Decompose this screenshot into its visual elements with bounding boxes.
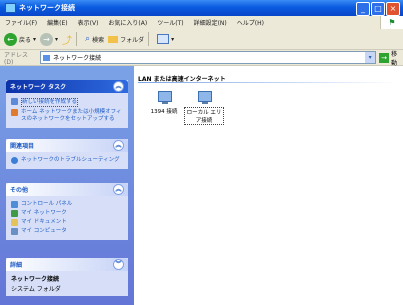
forward-button[interactable]: → ▾: [40, 32, 58, 46]
my-documents-icon: [11, 219, 18, 226]
other-places-panel: その他 ︽ コントロール パネル マイ ネットワーク マイ ドキュメント マイ …: [6, 183, 128, 240]
maximize-button[interactable]: □: [371, 2, 385, 16]
other-my-network[interactable]: マイ ネットワーク: [11, 210, 123, 217]
menu-help[interactable]: ヘルプ(H): [232, 18, 269, 27]
other-places-header[interactable]: その他 ︽: [6, 183, 128, 196]
other-my-network-label: マイ ネットワーク: [21, 210, 67, 216]
window-title: ネットワーク接続: [19, 4, 75, 12]
up-button[interactable]: ⤴: [62, 32, 72, 47]
network-connections-icon: [43, 54, 51, 61]
help-icon: [11, 157, 18, 164]
details-name: ネットワーク接続: [11, 276, 60, 283]
my-network-icon: [11, 210, 18, 217]
network-tasks-title: ネットワーク タスク: [10, 84, 67, 91]
connection-1394[interactable]: 1394 接続: [144, 91, 184, 115]
related-header[interactable]: 関連項目 ︽: [6, 139, 128, 152]
folder-up-icon: ⤴: [62, 35, 73, 47]
search-label: 検索: [92, 36, 105, 44]
folders-label: フォルダ: [120, 36, 145, 44]
my-computer-icon: [11, 228, 18, 235]
toolbar-separator: [148, 32, 150, 46]
toolbar: ← 戻る ▾ → ▾ ⤴ ⌕ 検索 フォルダ ▾: [0, 29, 403, 50]
network-connection-icon: [156, 91, 172, 105]
details-type: システム フォルダ: [11, 286, 61, 293]
folder-icon: [108, 35, 119, 43]
address-input[interactable]: ネットワーク接続 ▾: [40, 51, 377, 64]
network-tasks-body: 新しい接続を作成する ホーム ネットワークまたは小規模オフィスのネットワークをセ…: [6, 93, 128, 128]
folders-button[interactable]: フォルダ: [108, 35, 144, 44]
control-panel-icon: [11, 201, 18, 208]
network-tasks-header[interactable]: ネットワーク タスク ︽: [6, 80, 128, 93]
home-network-icon: [11, 109, 18, 116]
network-tasks-panel: ネットワーク タスク ︽ 新しい接続を作成する ホーム ネットワークまたは小規模…: [6, 80, 128, 128]
search-icon: ⌕: [85, 34, 91, 44]
back-button[interactable]: ← 戻る ▾: [4, 32, 36, 46]
menu-edit[interactable]: 編集(E): [42, 18, 72, 27]
go-label: 移動: [391, 50, 398, 67]
details-title: 詳細: [10, 262, 23, 269]
details-panel: 詳細 ︾ ネットワーク接続 システム フォルダ: [6, 258, 128, 296]
related-troubleshoot[interactable]: ネットワークのトラブルシューティング: [11, 157, 123, 164]
title-bar: ネットワーク接続 _ □ ×: [0, 0, 403, 16]
minimize-button[interactable]: _: [356, 2, 370, 16]
menu-favorites[interactable]: お気に入り(A): [103, 18, 152, 27]
group-divider: [138, 82, 399, 83]
network-connection-icon: [196, 91, 212, 105]
back-label: 戻る: [19, 36, 32, 44]
related-panel: 関連項目 ︽ ネットワークのトラブルシューティング: [6, 139, 128, 169]
search-button[interactable]: ⌕ 検索: [85, 34, 104, 44]
other-my-documents-label: マイ ドキュメント: [21, 219, 67, 225]
other-places-body: コントロール パネル マイ ネットワーク マイ ドキュメント マイ コンピュータ: [6, 196, 128, 240]
menu-tools[interactable]: ツール(T): [152, 18, 188, 27]
connection-1394-label: 1394 接続: [150, 109, 178, 115]
menu-view[interactable]: 表示(V): [73, 18, 104, 27]
file-view: LAN または高速インターネット 1394 接続 ローカル エリア接続: [134, 66, 403, 305]
address-bar: アドレス(D) ネットワーク接続 ▾ → 移動: [0, 49, 403, 67]
other-my-documents[interactable]: マイ ドキュメント: [11, 219, 123, 226]
go-arrow-icon: →: [379, 52, 390, 63]
other-my-computer[interactable]: マイ コンピュータ: [11, 228, 123, 235]
chevron-down-icon[interactable]: ▾: [171, 36, 174, 43]
task-new-connection-label: 新しい接続を作成する: [21, 98, 79, 107]
other-control-panel[interactable]: コントロール パネル: [11, 201, 123, 208]
task-home-network-label: ホーム ネットワークまたは小規模オフィスのネットワークをセットアップする: [21, 109, 122, 122]
collapse-icon[interactable]: ︽: [113, 81, 124, 92]
related-title: 関連項目: [10, 143, 35, 150]
views-icon: [157, 34, 170, 44]
window-controls: _ □ ×: [356, 2, 400, 16]
chevron-down-icon[interactable]: ▾: [33, 36, 36, 43]
menu-advanced[interactable]: 詳細設定(N): [189, 18, 232, 27]
task-new-connection[interactable]: 新しい接続を作成する: [11, 98, 123, 107]
chevron-down-icon[interactable]: ▾: [55, 36, 58, 43]
expand-icon[interactable]: ︾: [113, 259, 124, 270]
other-places-title: その他: [10, 187, 29, 194]
connection-local-area[interactable]: ローカル エリア接続: [184, 91, 224, 125]
views-button[interactable]: ▾: [157, 34, 174, 44]
windows-logo-icon: ⚑: [380, 16, 403, 29]
details-body: ネットワーク接続 システム フォルダ: [6, 271, 128, 296]
other-control-panel-label: コントロール パネル: [21, 201, 73, 207]
related-body: ネットワークのトラブルシューティング: [6, 152, 128, 169]
task-home-network[interactable]: ホーム ネットワークまたは小規模オフィスのネットワークをセットアップする: [11, 109, 123, 123]
connection-local-area-label: ローカル エリア接続: [184, 107, 224, 125]
menu-file[interactable]: ファイル(F): [0, 18, 42, 27]
toolbar-separator: [76, 32, 78, 46]
forward-arrow-icon: →: [40, 32, 54, 46]
other-my-computer-label: マイ コンピュータ: [21, 228, 67, 234]
new-connection-icon: [11, 98, 18, 105]
task-pane: ネットワーク タスク ︽ 新しい接続を作成する ホーム ネットワークまたは小規模…: [0, 66, 134, 305]
address-value: ネットワーク接続: [53, 55, 102, 62]
network-folder-icon: [5, 3, 16, 13]
collapse-icon[interactable]: ︽: [113, 140, 124, 151]
go-button[interactable]: → 移動: [379, 49, 403, 67]
menu-bar: ファイル(F) 編集(E) 表示(V) お気に入り(A) ツール(T) 詳細設定…: [0, 16, 403, 30]
related-troubleshoot-label: ネットワークのトラブルシューティング: [21, 157, 120, 163]
address-label: アドレス(D): [4, 51, 29, 66]
address-dropdown-button[interactable]: ▾: [365, 52, 376, 63]
details-header[interactable]: 詳細 ︾: [6, 258, 128, 271]
collapse-icon[interactable]: ︽: [113, 184, 124, 195]
back-arrow-icon: ←: [4, 32, 17, 46]
close-button[interactable]: ×: [386, 2, 400, 16]
